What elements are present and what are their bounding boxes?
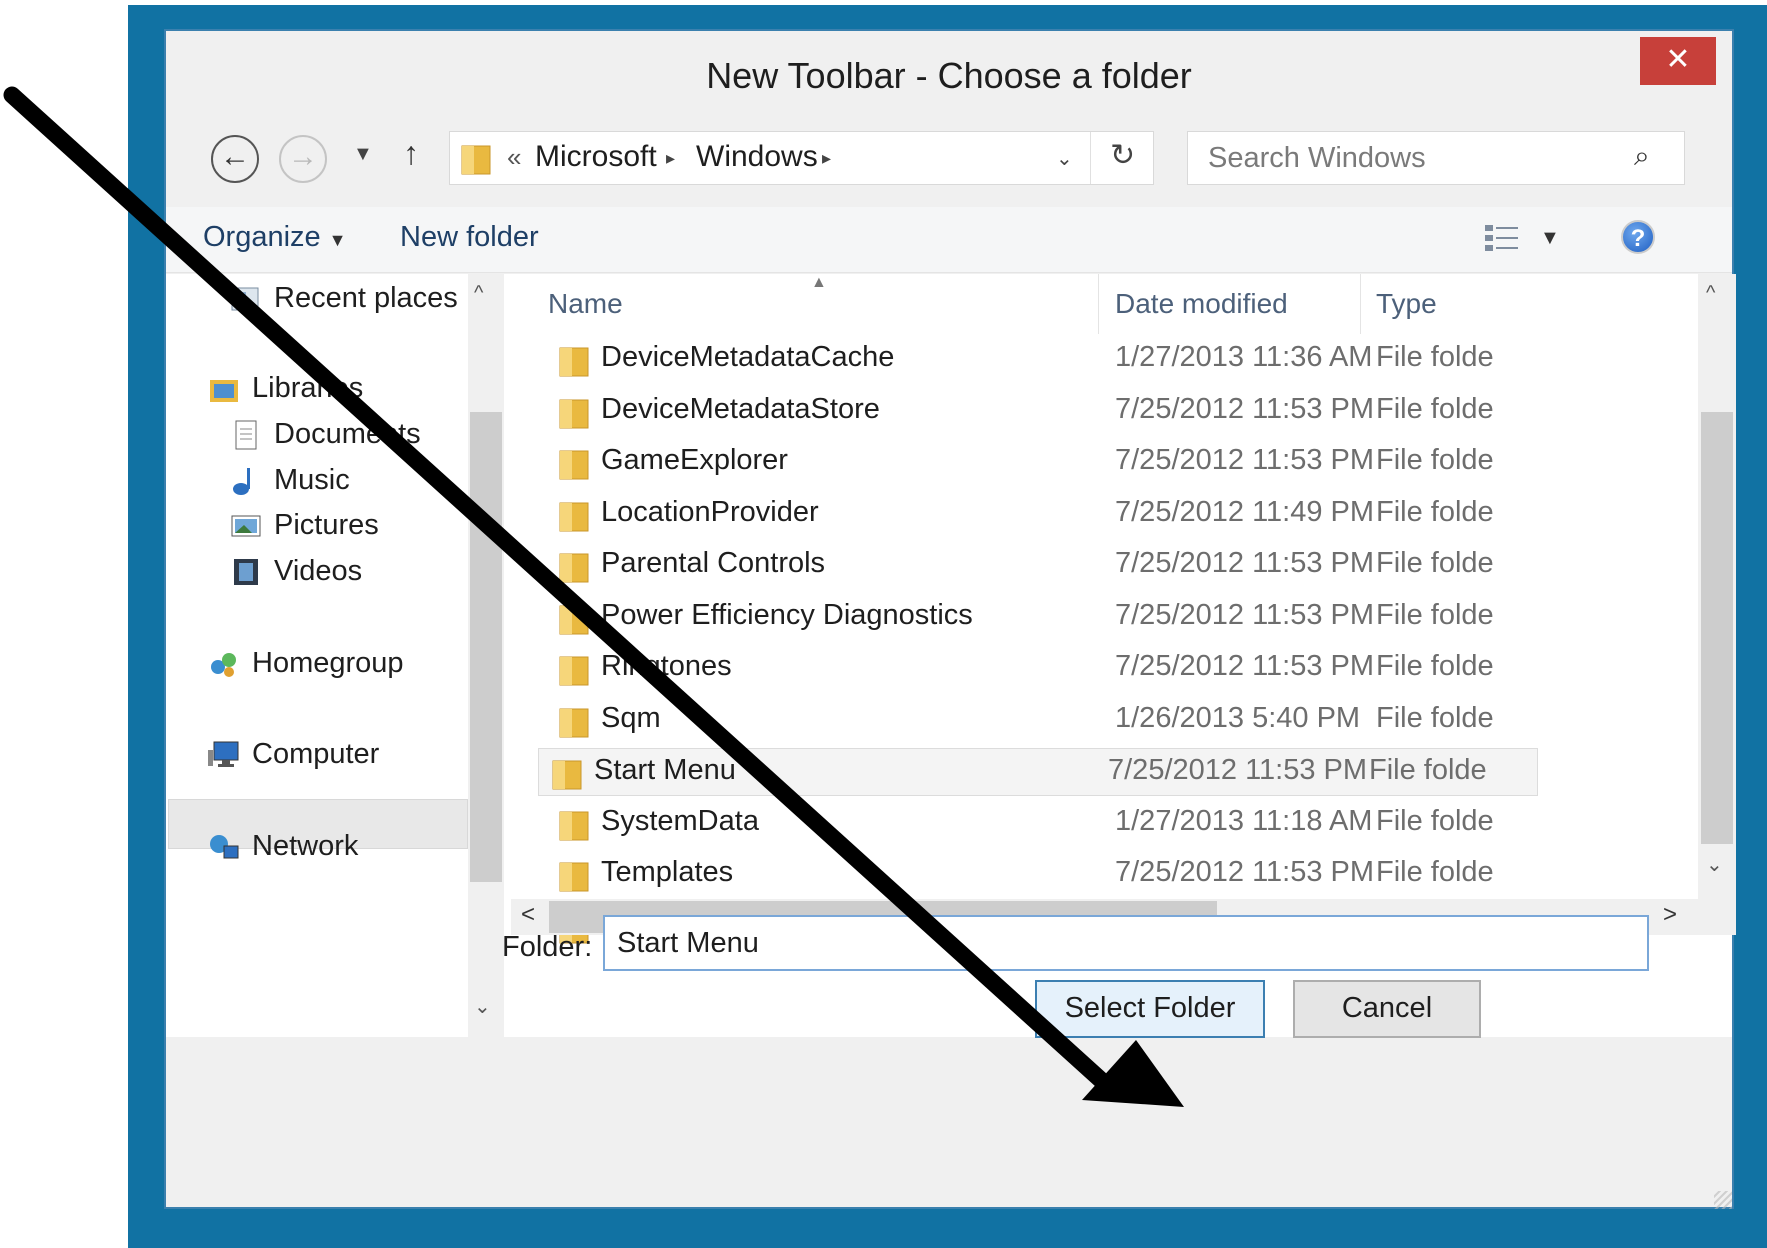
annotation-arrow xyxy=(3,86,1184,1107)
